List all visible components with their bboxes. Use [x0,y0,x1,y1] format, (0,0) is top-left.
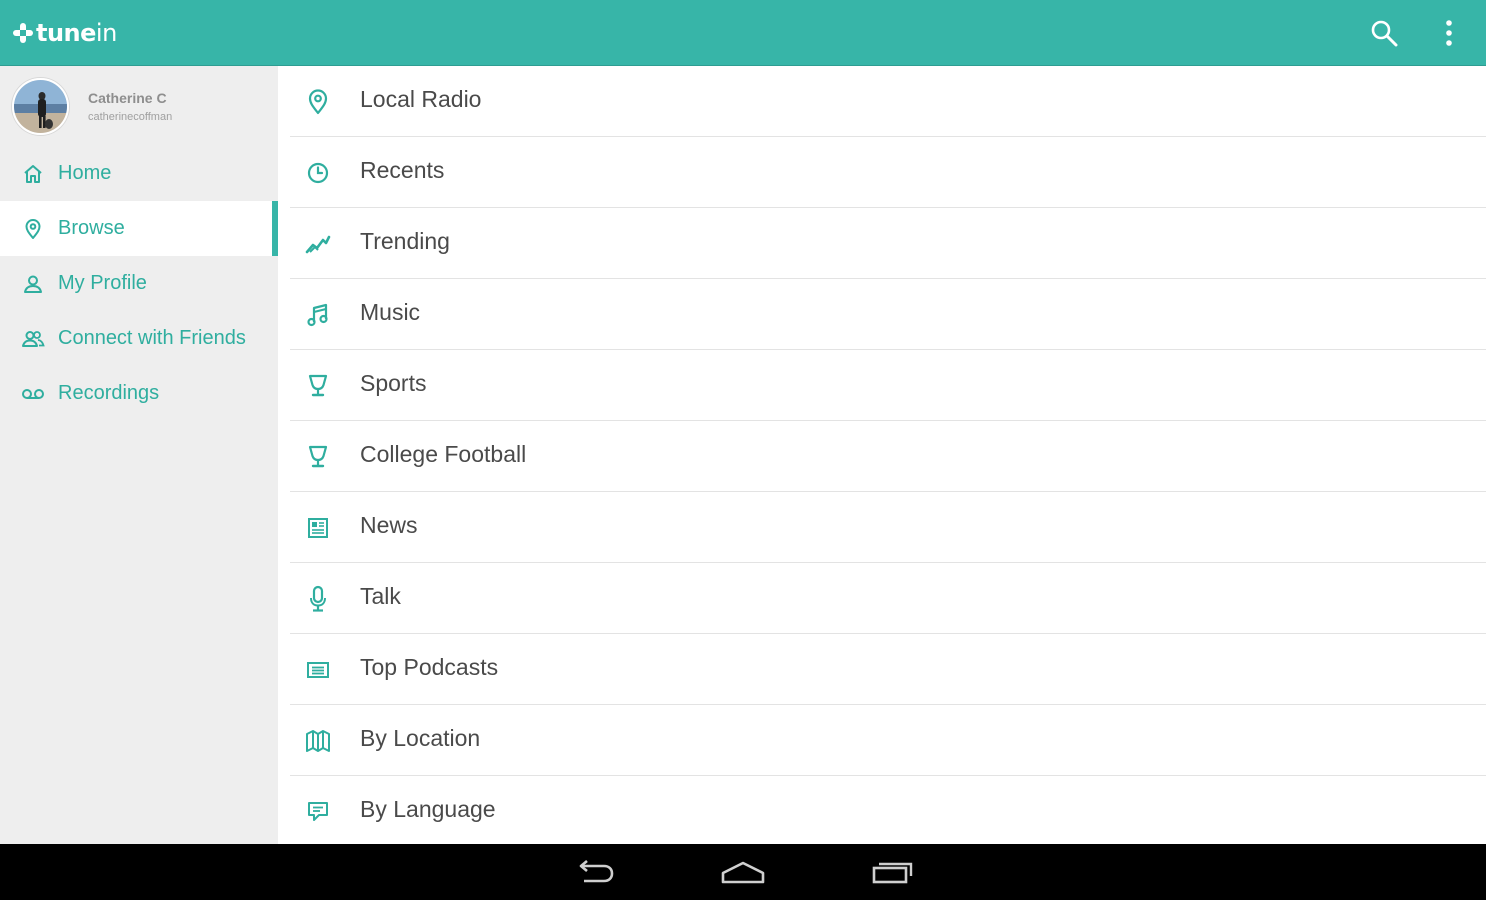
browse-list: Local Radio Recents Trending Music Sport… [278,66,1486,844]
back-icon [579,860,614,883]
sidebar-item-recordings[interactable]: Recordings [0,366,278,421]
browse-item-by-language[interactable]: By Language [290,776,1486,847]
browse-item-label: Sports [360,370,427,396]
tunein-plus-icon [13,23,33,43]
location-pin-icon [20,216,46,242]
location-pin-icon [304,88,332,116]
tunein-logo[interactable]: tunein [12,16,117,50]
browse-item-label: News [360,512,418,538]
more-vert-icon [1446,20,1452,46]
browse-item-recents[interactable]: Recents [290,137,1486,208]
newspaper-icon [304,514,332,542]
browse-item-talk[interactable]: Talk [290,563,1486,634]
search-icon [1371,20,1398,47]
home-system-icon [721,861,765,884]
navigation-drawer: Catherine C catherinecoffman Home Browse… [0,66,278,844]
trophy-icon [304,443,332,471]
sidebar-item-browse[interactable]: Browse [0,201,278,256]
podcast-list-icon [304,656,332,684]
music-note-icon [304,301,332,329]
avatar-photo [14,80,67,133]
browse-item-label: Top Podcasts [360,654,499,680]
speech-bubble-icon [304,798,332,826]
browse-item-label: Music [360,299,421,325]
trophy-icon [304,372,332,400]
drawer-nav: Home Browse My Profile Connect with Frie… [0,146,278,421]
system-recents-button[interactable] [862,854,922,890]
home-icon [20,161,46,187]
voicemail-icon [20,381,46,407]
browse-item-label: By Location [360,725,481,751]
trending-icon [304,230,332,258]
browse-item-local-radio[interactable]: Local Radio [290,66,1486,137]
person-icon [20,271,46,297]
recent-apps-icon [872,862,913,884]
sidebar-item-label: Home [58,162,112,184]
sidebar-item-home[interactable]: Home [0,146,278,201]
logo-text: tunein [36,19,117,47]
system-navigation-bar [0,844,1486,900]
profile-name: Catherine C [88,90,167,106]
browse-item-news[interactable]: News [290,492,1486,563]
browse-item-label: By Language [360,796,496,822]
browse-item-top-podcasts[interactable]: Top Podcasts [290,634,1486,705]
avatar[interactable] [12,78,69,135]
profile-header[interactable]: Catherine C catherinecoffman [0,66,278,146]
sidebar-item-connect-with-friends[interactable]: Connect with Friends [0,311,278,366]
browse-item-trending[interactable]: Trending [290,208,1486,279]
overflow-menu-button[interactable] [1429,13,1469,53]
browse-item-college-football[interactable]: College Football [290,421,1486,492]
browse-item-label: College Football [360,441,527,467]
browse-item-music[interactable]: Music [290,279,1486,350]
people-icon [20,326,46,352]
app-bar: tunein [0,0,1486,66]
sidebar-item-label: Browse [58,217,125,239]
browse-item-label: Local Radio [360,86,482,112]
browse-item-by-location[interactable]: By Location [290,705,1486,776]
search-button[interactable] [1364,13,1404,53]
microphone-icon [304,585,332,613]
sidebar-item-label: Connect with Friends [58,327,246,349]
browse-item-label: Trending [360,228,450,254]
system-back-button[interactable] [564,854,624,890]
clock-icon [304,159,332,187]
browse-item-label: Recents [360,157,445,183]
system-home-button[interactable] [713,854,773,890]
sidebar-item-label: My Profile [58,272,147,294]
sidebar-item-label: Recordings [58,382,160,404]
map-icon [304,727,332,755]
browse-item-sports[interactable]: Sports [290,350,1486,421]
browse-item-label: Talk [360,583,401,609]
profile-username: catherinecoffman [88,111,173,123]
sidebar-item-my-profile[interactable]: My Profile [0,256,278,311]
